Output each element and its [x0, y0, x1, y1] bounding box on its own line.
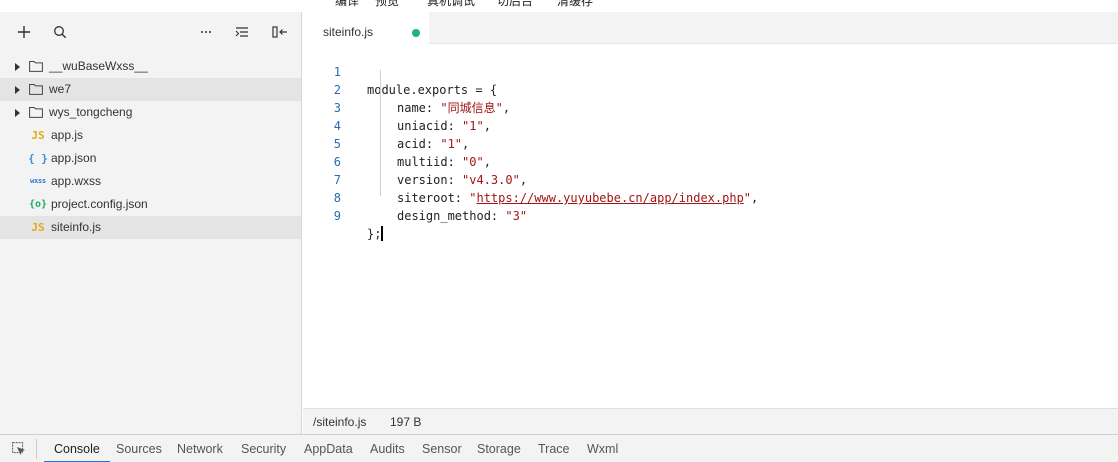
background-button[interactable]: 切后台 [497, 0, 533, 9]
tab-network[interactable]: Network [177, 435, 223, 462]
compile-button[interactable]: 编译 [335, 0, 359, 9]
tab-appdata[interactable]: AppData [304, 435, 353, 462]
tree-item-siteinfo-js[interactable]: JS siteinfo.js [0, 216, 301, 239]
tree-item-wys-tongcheng[interactable]: wys_tongcheng [0, 101, 301, 124]
tab-console[interactable]: Console [44, 435, 110, 462]
code-line: 1 module.exports = { [303, 45, 1118, 97]
add-icon[interactable] [14, 22, 34, 42]
tab-wxml[interactable]: Wxml [587, 435, 618, 462]
code-line: 3 uniacid: "1", [303, 81, 1118, 133]
tab-label: siteinfo.js [323, 25, 374, 39]
expand-arrow-icon[interactable] [15, 63, 20, 71]
folder-icon [29, 107, 43, 118]
folder-icon [29, 61, 43, 72]
code-editor: siteinfo.js 1 module.exports = { 2 name:… [303, 12, 1118, 434]
tree-item-app-js[interactable]: JS app.js [0, 124, 301, 147]
tree-item-app-wxss[interactable]: wxss app.wxss [0, 170, 301, 193]
line-number: 9 [333, 209, 341, 223]
collapse-all-icon[interactable] [232, 22, 252, 42]
tab-siteinfo-js[interactable]: siteinfo.js [303, 12, 429, 44]
tab-sources[interactable]: Sources [116, 435, 162, 462]
top-toolbar: 编译 预览 真机调试 切后台 清缓存 [0, 0, 1118, 12]
js-file-icon: JS [31, 129, 45, 142]
json-file-icon: { } [28, 152, 48, 165]
tree-item-label: siteinfo.js [51, 220, 102, 234]
tree-item-app-json[interactable]: { } app.json [0, 147, 301, 170]
tree-item-project-config[interactable]: {o} project.config.json [0, 193, 301, 216]
explorer-toolbar [0, 12, 301, 52]
tab-sensor[interactable]: Sensor [422, 435, 462, 462]
code-text: }; [367, 226, 384, 241]
inspect-element-icon[interactable] [12, 442, 26, 456]
code-line: 2 name: "同城信息", [303, 63, 1118, 115]
clear-cache-button[interactable]: 清缓存 [557, 0, 593, 9]
code-text: design_method: "3" [397, 209, 528, 223]
tree-item-label: __wuBaseWxss__ [49, 59, 148, 73]
tree-item-label: app.js [51, 128, 84, 142]
tab-storage[interactable]: Storage [477, 435, 521, 462]
tree-item-label: wys_tongcheng [49, 105, 133, 119]
tab-audits[interactable]: Audits [370, 435, 405, 462]
devtools-tab-bar: Console Sources Network Security AppData… [0, 434, 1118, 462]
unsaved-dot-icon[interactable] [412, 29, 420, 37]
code-line: 6 version: "v4.3.0", [303, 135, 1118, 187]
search-icon[interactable] [50, 22, 70, 42]
tab-security[interactable]: Security [241, 435, 286, 462]
code-line: 5 multiid: "0", [303, 117, 1118, 169]
tree-item-label: app.json [51, 151, 97, 165]
preview-button[interactable]: 预览 [375, 0, 399, 9]
code-line: 4 acid: "1", [303, 99, 1118, 151]
file-size: 197 B [390, 415, 422, 429]
divider [36, 439, 37, 459]
editor-tab-bar: siteinfo.js [303, 12, 1118, 44]
tree-item-we7[interactable]: we7 [0, 78, 301, 101]
tree-item-label: app.wxss [51, 174, 102, 188]
tree-item-wubasewxss[interactable]: __wuBaseWxss__ [0, 55, 301, 78]
code-line: 8 design_method: "3" [303, 171, 1118, 223]
expand-arrow-icon[interactable] [15, 109, 20, 117]
toggle-sidebar-icon[interactable] [270, 22, 290, 42]
tree-item-label: we7 [49, 82, 72, 96]
folder-icon [29, 84, 43, 95]
editor-status-bar: /siteinfo.js 197 B [303, 408, 1118, 434]
code-line: 7 siteroot: "https://www.yuyubebe.cn/app… [303, 153, 1118, 205]
text-cursor [381, 226, 384, 241]
indent-guide [380, 70, 381, 196]
code-area[interactable]: 1 module.exports = { 2 name: "同城信息", 3 u… [303, 45, 1118, 241]
code-line: 9 }; [303, 189, 1118, 241]
more-icon[interactable] [196, 22, 216, 42]
file-tree: __wuBaseWxss__ we7 wys_tongcheng JS app.… [0, 55, 301, 239]
remote-debug-button[interactable]: 真机调试 [427, 0, 475, 9]
file-path: /siteinfo.js [313, 415, 367, 429]
config-file-icon: {o} [28, 199, 48, 210]
wxss-file-icon: wxss [30, 177, 46, 185]
file-explorer: __wuBaseWxss__ we7 wys_tongcheng JS app.… [0, 12, 302, 434]
expand-arrow-icon[interactable] [15, 86, 20, 94]
js-file-icon: JS [31, 221, 45, 234]
tab-trace[interactable]: Trace [538, 435, 570, 462]
tree-item-label: project.config.json [51, 197, 148, 211]
